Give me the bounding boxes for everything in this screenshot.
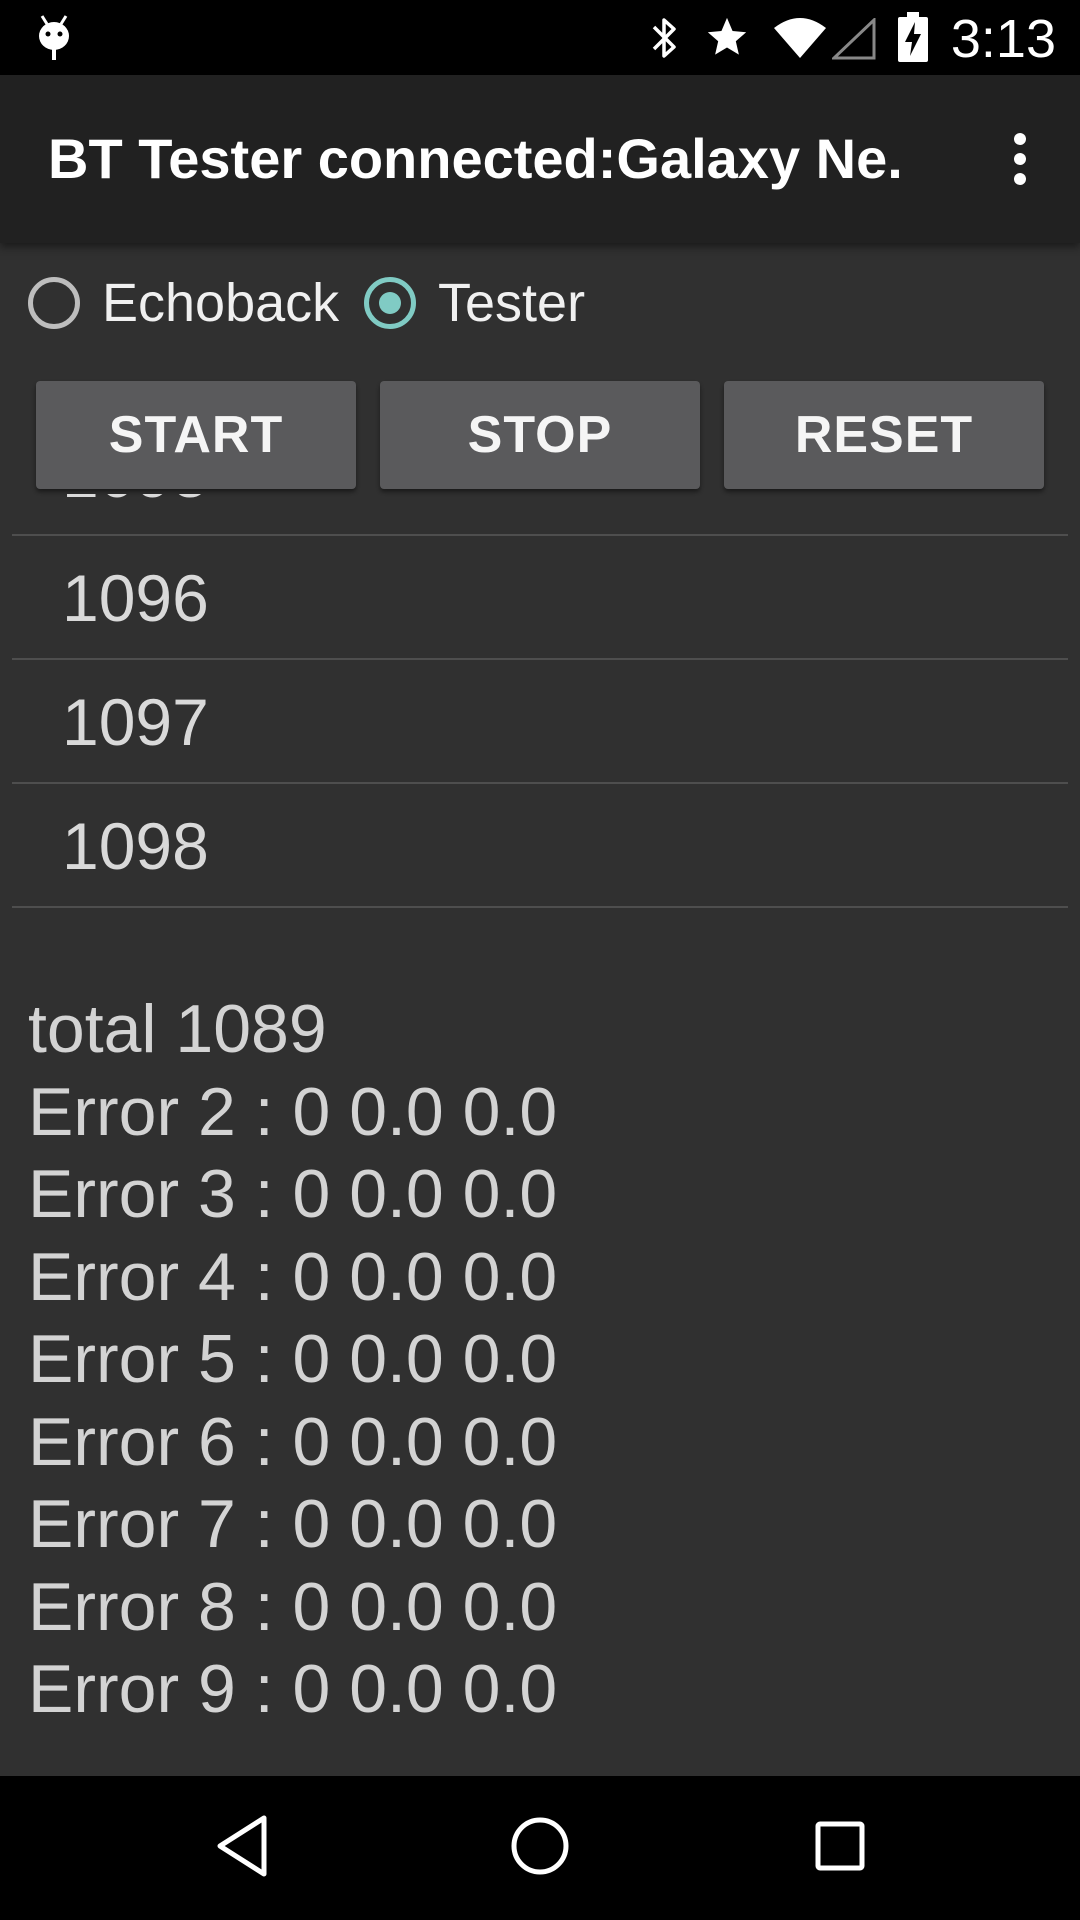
app-bar: BT Tester connected:Galaxy Ne. <box>0 75 1080 243</box>
radio-unchecked-icon <box>28 277 80 329</box>
list-item[interactable]: 1098 <box>12 784 1068 908</box>
list-item-value: 1097 <box>62 685 209 759</box>
list-item-value: 1096 <box>62 561 209 635</box>
list-item[interactable]: 1095 <box>12 494 1068 536</box>
error-line: Error 6 : 0 0.0 0.0 <box>28 1403 558 1480</box>
radio-tester[interactable]: Tester <box>364 271 585 335</box>
back-icon[interactable] <box>214 1812 270 1880</box>
bluetooth-icon <box>652 18 676 58</box>
status-time: 3:13 <box>950 9 1056 69</box>
android-debug-icon <box>39 15 69 60</box>
list-item-value: 1095 <box>62 494 209 514</box>
mode-radio-group: Echoback Tester <box>0 243 1080 369</box>
home-icon[interactable] <box>506 1812 574 1880</box>
status-bar: 3:13 <box>0 0 1080 75</box>
error-line: Error 5 : 0 0.0 0.0 <box>28 1321 558 1397</box>
error-line: Error 7 : 0 0.0 0.0 <box>28 1486 558 1562</box>
recents-icon[interactable] <box>812 1812 868 1880</box>
list-item[interactable]: 1096 <box>12 536 1068 660</box>
start-button[interactable]: START <box>36 381 356 489</box>
more-vert-icon[interactable] <box>1000 129 1040 189</box>
list-item-value: 1098 <box>62 809 209 883</box>
radio-tester-label: Tester <box>438 273 586 333</box>
reset-button[interactable]: RESET <box>724 381 1044 489</box>
list-item[interactable]: 1097 <box>12 660 1068 784</box>
radio-checked-icon <box>364 277 416 329</box>
counter-list[interactable]: 1095 1096 1097 1098 <box>12 494 1068 964</box>
error-line: Error 4 : 0 0.0 0.0 <box>28 1238 558 1315</box>
error-line: Error 8 : 0 0.0 0.0 <box>28 1568 558 1645</box>
radio-echoback-label: Echoback <box>102 273 340 333</box>
wifi-icon <box>774 18 826 58</box>
total-count: total 1089 <box>28 991 327 1067</box>
stats-panel: total 1089 Error 2 : 0 0.0 0.0 Error 3 :… <box>28 988 557 1731</box>
error-line: Error 9 : 0 0.0 0.0 <box>28 1651 558 1727</box>
error-line: Error 2 : 0 0.0 0.0 <box>28 1073 558 1150</box>
battery-charging-icon <box>898 12 928 62</box>
app-title: BT Tester connected:Galaxy Ne. <box>48 127 903 190</box>
signal-icon <box>832 18 876 60</box>
radio-echoback[interactable]: Echoback <box>28 271 339 335</box>
stop-button[interactable]: STOP <box>380 381 700 489</box>
navigation-bar <box>0 1776 1080 1920</box>
error-line: Error 3 : 0 0.0 0.0 <box>28 1156 558 1232</box>
star-icon <box>707 17 747 55</box>
